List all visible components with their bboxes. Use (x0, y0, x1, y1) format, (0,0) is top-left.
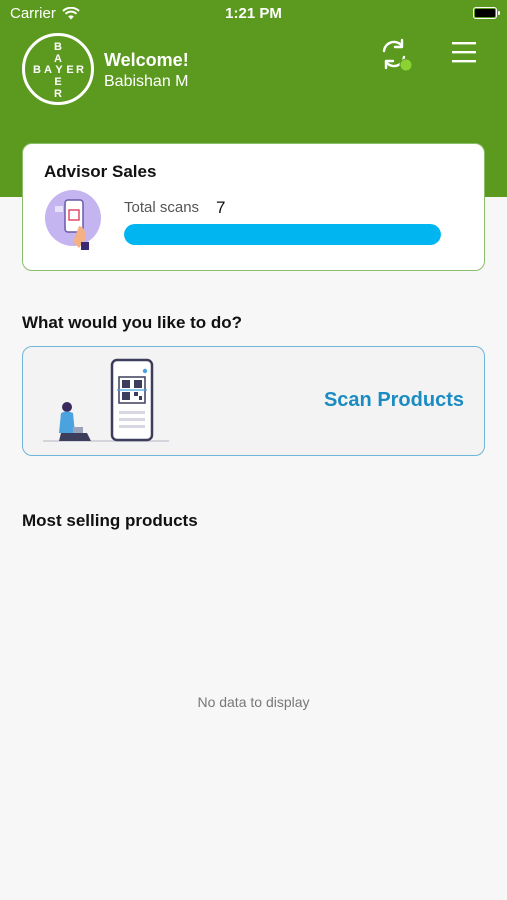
status-bar: Carrier 1:21 PM (0, 0, 507, 30)
welcome-block: Welcome! Babishan M (104, 50, 189, 91)
svg-text:E: E (54, 76, 61, 88)
battery-icon (473, 7, 500, 19)
svg-text:B: B (54, 41, 62, 53)
clock: 1:21 PM (225, 5, 282, 22)
svg-text:A: A (44, 64, 52, 76)
total-scans-label: Total scans (124, 199, 200, 216)
actions-heading: What would you like to do? (22, 313, 243, 332)
bayer-cross-logo: B A E R B A Y E R (33, 41, 84, 100)
scans-progress-fill (124, 224, 441, 245)
most-selling-heading: Most selling products (22, 511, 198, 530)
bayer-logo: B A E R B A Y E R (22, 33, 94, 105)
sync-icon[interactable] (376, 36, 412, 72)
scan-products-label[interactable]: Scan Products (324, 389, 464, 412)
scans-progress-bar (124, 224, 441, 245)
svg-text:E: E (66, 64, 73, 76)
sync-status-dot (399, 58, 412, 72)
phone-scan-illustration-icon (45, 190, 101, 250)
advisor-card-title: Advisor Sales (44, 162, 157, 181)
advisor-sales-card: Advisor Sales Total scans 7 (22, 143, 485, 271)
welcome-title: Welcome! (104, 50, 189, 70)
svg-text:Y: Y (55, 64, 63, 76)
svg-text:R: R (54, 88, 62, 100)
svg-text:R: R (76, 64, 84, 76)
hamburger-menu-icon[interactable] (450, 40, 478, 64)
empty-state-text: No data to display (197, 694, 310, 710)
total-scans-value: 7 (216, 198, 226, 217)
user-name: Babishan M (104, 73, 189, 90)
qr-scan-illustration-icon (43, 358, 169, 442)
svg-text:B: B (33, 64, 41, 76)
scan-products-card[interactable]: Scan Products (22, 346, 485, 456)
